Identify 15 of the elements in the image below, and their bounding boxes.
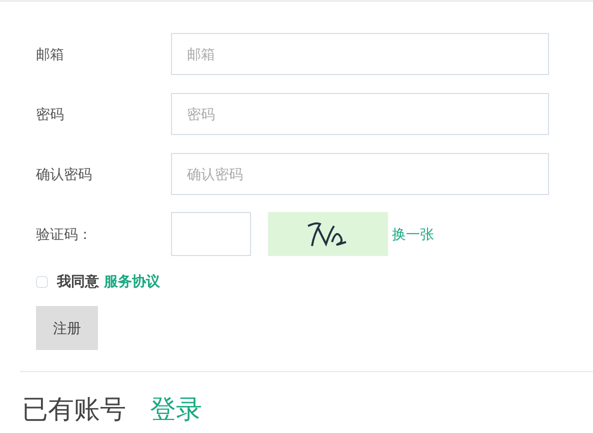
captcha-field[interactable] (171, 212, 251, 256)
input-field[interactable]: 确认密码 (171, 153, 549, 195)
register-button[interactable]: 注册 (36, 306, 98, 350)
terms-link[interactable]: 服务协议 (104, 271, 160, 292)
field-label: 邮箱 (36, 44, 65, 64)
agree-text: 我同意 (57, 272, 99, 291)
login-link[interactable]: 登录 (150, 390, 202, 429)
input-field[interactable]: 密码 (171, 93, 549, 135)
input-field[interactable]: 邮箱 (171, 33, 549, 75)
field-label: 验证码： (36, 224, 93, 244)
field-label: 密码 (36, 104, 65, 124)
account-prompt: 已有账号 (22, 393, 126, 426)
agree-checkbox[interactable] (36, 276, 48, 288)
refresh-link[interactable]: 换一张 (392, 224, 434, 244)
field-label: 确认密码 (36, 164, 93, 184)
